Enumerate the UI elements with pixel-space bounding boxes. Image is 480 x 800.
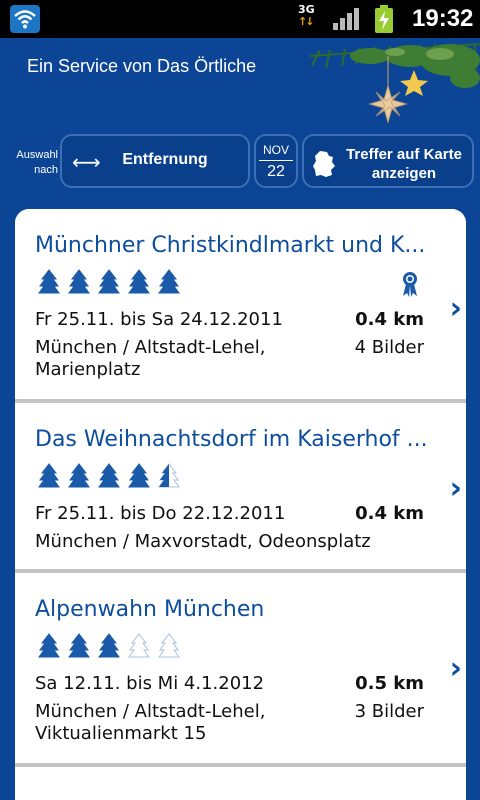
show-on-map-button[interactable]: Treffer auf Karte anzeigen: [302, 134, 474, 188]
list-item[interactable]: Münchner Christkindlmarkt und K... Fr 25…: [15, 209, 466, 403]
item-pictures: 4 Bilder: [354, 337, 424, 358]
tree-icon: [68, 633, 90, 658]
item-title: Münchner Christkindlmarkt und K...: [35, 233, 426, 258]
item-distance: 0.4 km: [355, 309, 424, 330]
date-day: 22: [259, 160, 293, 181]
tree-icon: [98, 633, 120, 658]
network-type-indicator: 3G ↑↓: [298, 4, 324, 34]
tree-icon: [128, 269, 150, 294]
item-dates: Fr 25.11. bis Do 22.12.2011: [35, 503, 286, 524]
tree-icon: [128, 463, 150, 488]
item-location: München / Altstadt-Lehel, Marienplatz: [35, 337, 266, 380]
item-dates: Fr 25.11. bis Sa 24.12.2011: [35, 309, 283, 330]
signal-strength-icon: [333, 8, 359, 30]
item-distance: 0.4 km: [355, 503, 424, 524]
tree-icon: [98, 269, 120, 294]
list-item[interactable]: [15, 767, 466, 800]
tree-icon: [158, 269, 180, 294]
christmas-decoration-icon: [309, 43, 480, 124]
service-tagline: Ein Service von Das Örtliche: [27, 56, 257, 76]
germany-map-icon: [313, 151, 335, 177]
tree-rating: [35, 463, 185, 489]
tree-icon: [38, 633, 60, 658]
battery-charging-icon: [375, 5, 393, 33]
data-activity-icon: ↑↓: [298, 15, 314, 28]
results-list: Münchner Christkindlmarkt und K... Fr 25…: [15, 209, 466, 800]
award-ribbon-icon: [403, 272, 417, 297]
show-on-map-label: Treffer auf Karte anzeigen: [346, 146, 462, 182]
wifi-icon: [10, 5, 40, 33]
date-month: NOV: [262, 143, 289, 157]
item-title: Das Weihnachtsdorf im Kaiserhof ...: [35, 427, 428, 452]
tree-icon: [128, 633, 150, 658]
tree-icon: [38, 269, 60, 294]
clock: 19:32: [412, 5, 474, 32]
status-bar: 3G ↑↓ 19:32: [0, 0, 480, 38]
item-location: München / Maxvorstadt, Odeonsplatz: [35, 531, 371, 552]
item-distance: 0.5 km: [355, 673, 424, 694]
tree-rating: [35, 633, 185, 659]
sort-value: Entfernung: [122, 151, 208, 168]
item-location: München / Altstadt-Lehel, Viktualienmark…: [35, 701, 266, 744]
tree-icon: [158, 463, 180, 488]
tree-icon: [38, 463, 60, 488]
item-dates: Sa 12.11. bis Mi 4.1.2012: [35, 673, 265, 694]
tree-icon: [68, 463, 90, 488]
tree-icon: [68, 269, 90, 294]
sort-button[interactable]: ⟷ Entfernung: [60, 134, 250, 188]
date-picker-button[interactable]: NOV 22: [254, 134, 298, 188]
chevron-right-icon: ›: [449, 471, 462, 506]
item-pictures: 3 Bilder: [354, 701, 424, 722]
chevron-right-icon: ›: [449, 651, 462, 686]
item-title: Alpenwahn München: [35, 597, 265, 622]
tree-rating: [35, 269, 185, 295]
list-item[interactable]: Alpenwahn München Sa 12.11. bis Mi 4.1.2…: [15, 573, 466, 767]
tree-icon: [98, 463, 120, 488]
sort-label: Auswahl nach: [16, 149, 58, 176]
chevron-right-icon: ›: [449, 291, 462, 326]
list-item[interactable]: Das Weihnachtsdorf im Kaiserhof ... Fr 2…: [15, 403, 466, 573]
tree-icon: [158, 633, 180, 658]
